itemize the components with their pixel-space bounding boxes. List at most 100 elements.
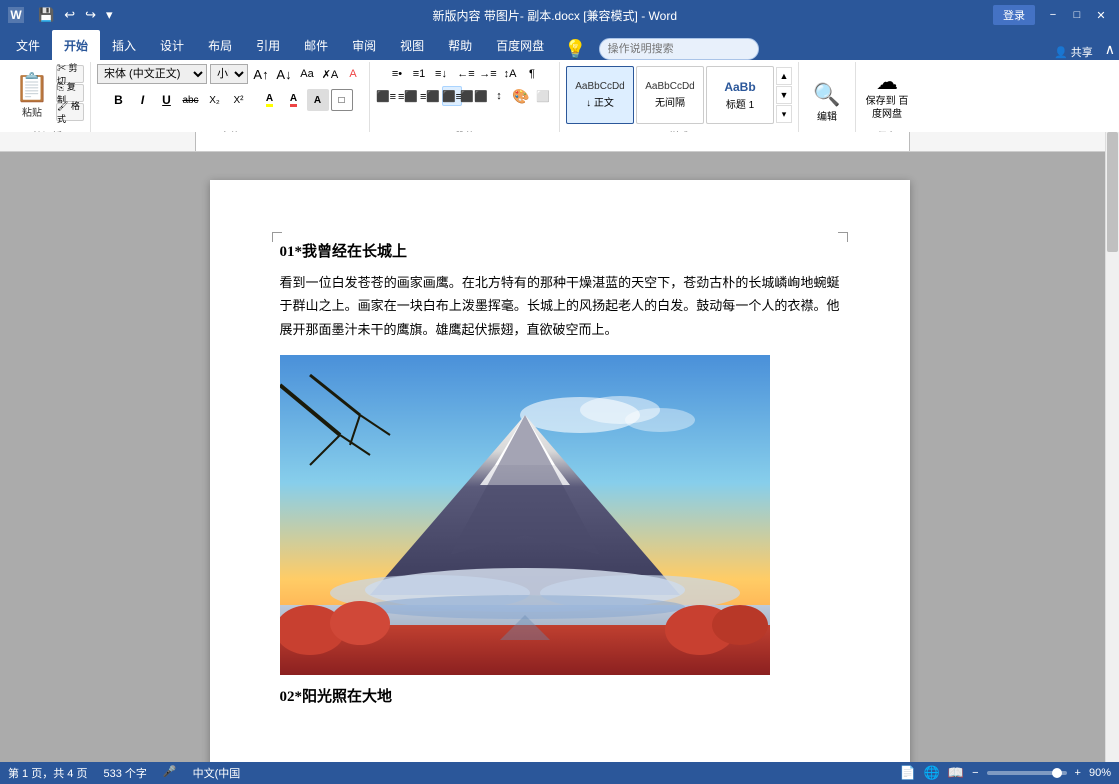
page-info: 第 1 页，共 4 页 — [8, 765, 87, 781]
clear-format-btn[interactable]: ✗A — [320, 64, 340, 84]
font-size-decrease-btn[interactable]: A↓ — [274, 64, 294, 84]
align-right-btn[interactable]: ≡⬛ — [420, 86, 440, 106]
quick-access-toolbar: 💾 ↩ ↪ ▾ — [34, 5, 117, 25]
tab-mailings[interactable]: 邮件 — [292, 30, 340, 60]
editing-content: 🔍 编辑 — [805, 64, 849, 141]
border-para-btn[interactable]: ⬜ — [533, 86, 553, 106]
redo-btn[interactable]: ↪ — [81, 5, 100, 25]
multilevel-list-btn[interactable]: ≡↓ — [431, 64, 451, 84]
corner-mark-tr — [838, 232, 848, 242]
scrollbar-vertical[interactable] — [1105, 132, 1119, 762]
undo-btn[interactable]: ↩ — [60, 5, 79, 25]
tab-layout[interactable]: 布局 — [196, 30, 244, 60]
document-page[interactable]: 01*我曾经在长城上 看到一位白发苍苍的画家画鹰。在北方特有的那种干燥湛蓝的天空… — [210, 180, 910, 762]
zoom-thumb — [1052, 768, 1062, 778]
find-icon: 🔍 — [813, 82, 840, 108]
paste-button[interactable]: 📋 粘贴 — [10, 65, 54, 125]
tab-home[interactable]: 开始 — [52, 30, 100, 60]
text-highlight-btn[interactable]: A — [259, 89, 281, 111]
zoom-plus-btn[interactable]: + — [1075, 767, 1081, 779]
minimize-button[interactable]: − — [1043, 5, 1063, 25]
close-button[interactable]: ✕ — [1091, 5, 1111, 25]
find-label: 编辑 — [817, 108, 837, 123]
paragraph-group-content: ≡• ≡1 ≡↓ ←≡ →≡ ↕A ¶ ⬛≡ ≡⬛ ≡⬛ ⬛≡ ⬛⬛ ↕ 🎨 ⬜ — [376, 64, 553, 126]
view-read-icon[interactable]: 📖 — [948, 765, 964, 781]
document-area[interactable]: 01*我曾经在长城上 看到一位白发苍苍的画家画鹰。在北方特有的那种干燥湛蓝的天空… — [0, 132, 1119, 762]
change-case-btn[interactable]: Aa — [297, 64, 317, 84]
distributed-btn[interactable]: ⬛⬛ — [464, 86, 484, 106]
view-print-icon[interactable]: 📄 — [900, 765, 916, 781]
login-button[interactable]: 登录 — [993, 5, 1035, 25]
scrollbar-thumb[interactable] — [1107, 132, 1118, 252]
tab-baidu[interactable]: 百度网盘 — [484, 30, 556, 60]
status-right: 📄 🌐 📖 − + 90% — [900, 765, 1111, 781]
indent-increase-btn[interactable]: →≡ — [478, 64, 498, 84]
tab-file[interactable]: 文件 — [4, 30, 52, 60]
underline-button[interactable]: U — [156, 89, 178, 111]
superscript-button[interactable]: X² — [228, 89, 250, 111]
bullets-btn[interactable]: ≡• — [387, 64, 407, 84]
search-input[interactable] — [608, 43, 738, 55]
align-left-btn[interactable]: ⬛≡ — [376, 86, 396, 106]
justify-btn[interactable]: ⬛≡ — [442, 86, 462, 106]
font-size-select[interactable]: 小四 — [210, 64, 248, 84]
view-web-icon[interactable]: 🌐 — [924, 765, 940, 781]
format-painter-button[interactable]: 🖌 格式 — [56, 103, 84, 121]
restore-button[interactable]: □ — [1067, 5, 1087, 25]
style-heading1[interactable]: AaBb 标题 1 — [706, 66, 774, 124]
italic-button[interactable]: I — [132, 89, 154, 111]
font-size-increase-btn[interactable]: A↑ — [251, 64, 271, 84]
text-effect-btn[interactable]: A — [343, 64, 363, 84]
font-color-btn[interactable]: A — [283, 89, 305, 111]
save-to-baidu-button[interactable]: ☁ 保存到 百度网盘 — [862, 68, 912, 123]
styles-scroll-down[interactable]: ▼ — [776, 86, 792, 104]
font-name-row: 宋体 (中文正文) 小四 A↑ A↓ Aa ✗A A — [97, 64, 363, 84]
zoom-minus-btn[interactable]: − — [972, 767, 978, 779]
styles-more[interactable]: ▾ — [776, 105, 792, 123]
style-no-spacing[interactable]: AaBbCcDd 无间隔 — [636, 66, 704, 124]
styles-scroll: ▲ ▼ ▾ — [776, 67, 792, 123]
tab-view[interactable]: 视图 — [388, 30, 436, 60]
language[interactable]: 中文(中国 — [193, 765, 241, 781]
find-button[interactable]: 🔍 编辑 — [805, 75, 849, 130]
paste-label: 粘贴 — [22, 104, 42, 119]
numbering-btn[interactable]: ≡1 — [409, 64, 429, 84]
line-spacing-btn[interactable]: ↕ — [489, 86, 509, 106]
strikethrough-button[interactable]: abc — [180, 89, 202, 111]
sort-btn[interactable]: ↕A — [500, 64, 520, 84]
zoom-slider[interactable] — [987, 771, 1067, 775]
styles-scroll-up[interactable]: ▲ — [776, 67, 792, 85]
shading-btn[interactable]: 🎨 — [511, 86, 531, 106]
save-baidu-label: 保存到 百度网盘 — [862, 95, 912, 121]
operation-search-box[interactable] — [599, 38, 759, 60]
font-shading-btn[interactable]: A — [307, 89, 329, 111]
paragraph-1[interactable]: 看到一位白发苍苍的画家画鹰。在北方特有的那种干燥湛蓝的天空下，苍劲古朴的长城嶙峋… — [280, 271, 840, 341]
subscript-button[interactable]: X₂ — [204, 89, 226, 111]
zoom-percent[interactable]: 90% — [1089, 767, 1111, 779]
tab-insert[interactable]: 插入 — [100, 30, 148, 60]
font-name-select[interactable]: 宋体 (中文正文) — [97, 64, 207, 84]
save-quick-btn[interactable]: 💾 — [34, 5, 58, 25]
record-icon[interactable]: 🎤 — [163, 765, 177, 781]
tab-design[interactable]: 设计 — [148, 30, 196, 60]
customize-btn[interactable]: ▾ — [102, 5, 117, 25]
border-btn[interactable]: □ — [331, 89, 353, 111]
tab-review[interactable]: 审阅 — [340, 30, 388, 60]
bold-button[interactable]: B — [108, 89, 130, 111]
show-marks-btn[interactable]: ¶ — [522, 64, 542, 84]
document-content[interactable]: 01*我曾经在长城上 看到一位白发苍苍的画家画鹰。在北方特有的那种干燥湛蓝的天空… — [280, 240, 840, 706]
ribbon-tabs: 文件 开始 插入 设计 布局 引用 邮件 审阅 视图 帮助 百度网盘 💡 👤 共… — [0, 30, 1119, 60]
tab-references[interactable]: 引用 — [244, 30, 292, 60]
ribbon-collapse-btn[interactable]: ∧ — [1101, 39, 1119, 60]
title-bar: W 💾 ↩ ↪ ▾ 新版内容 带图片- 副本.docx [兼容模式] - Wor… — [0, 0, 1119, 30]
title-bar-right: 登录 − □ ✕ — [993, 5, 1111, 25]
style-zhengwen-preview: AaBbCcDd — [575, 81, 624, 92]
save-content: ☁ 保存到 百度网盘 — [862, 64, 912, 126]
indent-decrease-btn[interactable]: ←≡ — [456, 64, 476, 84]
align-center-btn[interactable]: ≡⬛ — [398, 86, 418, 106]
tab-help[interactable]: 帮助 — [436, 30, 484, 60]
fuji-image[interactable] — [280, 355, 770, 675]
share-button[interactable]: 👤 共享 — [1054, 44, 1093, 60]
style-zhengwen[interactable]: AaBbCcDd ↓ 正文 — [566, 66, 634, 124]
paste-icon: 📋 — [15, 71, 50, 104]
